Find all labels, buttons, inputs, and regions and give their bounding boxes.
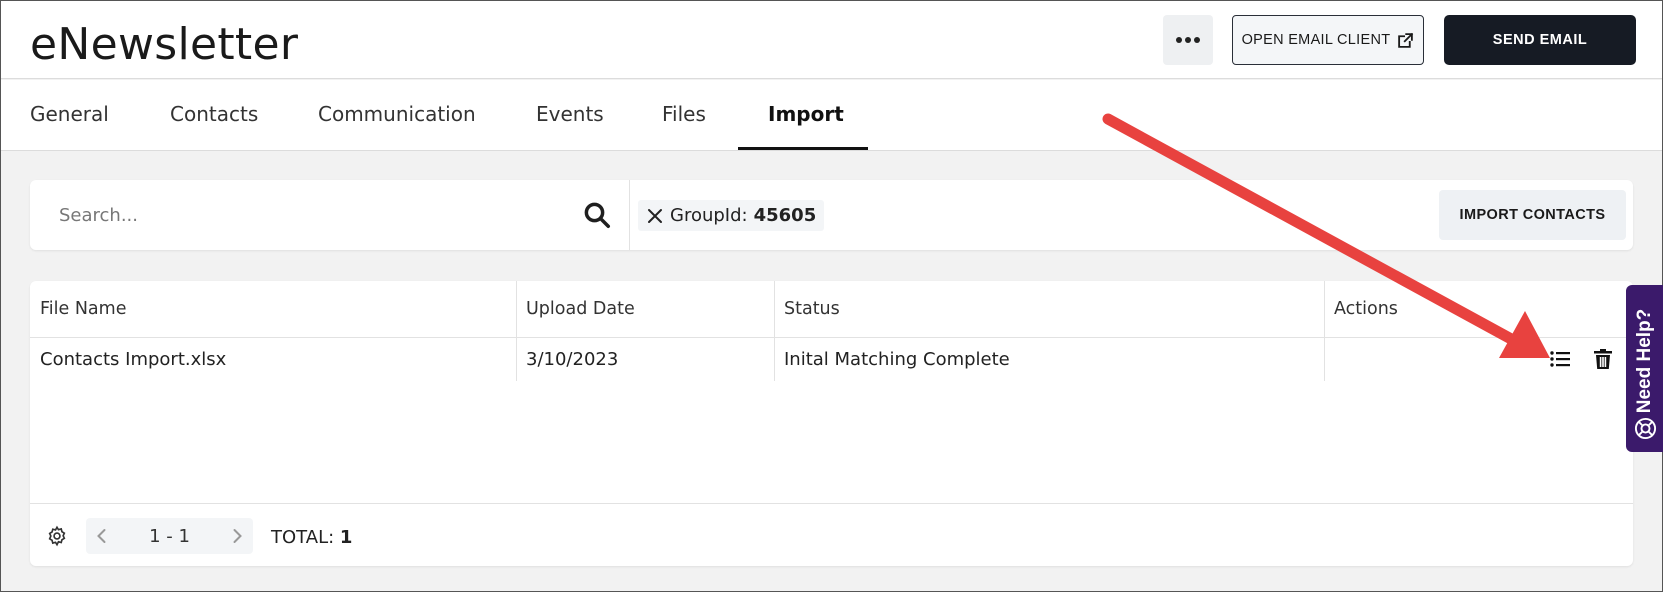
total-count: TOTAL: 1 [271,527,352,548]
filter-chip-key: GroupId: [670,205,748,226]
cell-file-name: Contacts Import.xlsx [40,348,227,370]
tab-contacts[interactable]: Contacts [170,102,258,126]
column-divider [1324,281,1325,381]
cell-upload-date: 3/10/2023 [526,348,619,370]
chevron-right-icon[interactable] [227,526,247,546]
tab-general[interactable]: General [30,102,109,126]
filter-divider [629,180,630,250]
page-header: eNewsletter OPEN EMAIL CLIENT SEND EMAIL [1,1,1662,79]
pagination: 1 - 1 [86,518,253,554]
column-header-file-name[interactable]: File Name [30,281,516,337]
tab-communication[interactable]: Communication [318,102,476,126]
need-help-tab[interactable]: Need Help? [1626,285,1663,452]
imports-table: File Name Upload Date Status Actions Con… [30,281,1633,566]
total-value: 1 [339,527,353,548]
close-icon[interactable] [646,207,664,225]
filter-bar: GroupId: 45605 IMPORT CONTACTS [30,180,1633,250]
total-label: TOTAL: [271,527,335,548]
filter-chip-groupid: GroupId: 45605 [638,200,825,231]
active-tab-indicator [738,147,868,150]
open-email-client-button[interactable]: OPEN EMAIL CLIENT [1232,15,1424,65]
search-input[interactable] [59,180,599,250]
tab-bar: General Contacts Communication Events Fi… [1,80,1662,151]
tab-events[interactable]: Events [536,102,604,126]
lifebuoy-icon [1634,417,1657,440]
tab-import[interactable]: Import [768,102,844,126]
search-icon[interactable] [582,200,612,230]
chevron-left-icon[interactable] [92,526,112,546]
send-email-button[interactable]: SEND EMAIL [1444,15,1636,65]
need-help-label: Need Help? [1634,308,1655,414]
tab-files[interactable]: Files [662,102,706,126]
filter-chip-value: 45605 [753,205,817,226]
page-range: 1 - 1 [149,525,190,547]
more-options-button[interactable] [1163,15,1213,65]
gear-icon[interactable] [46,525,68,547]
column-header-status[interactable]: Status [774,281,1324,337]
open-email-client-label: OPEN EMAIL CLIENT [1241,32,1391,48]
import-contacts-button[interactable]: IMPORT CONTACTS [1439,190,1626,240]
column-header-upload-date[interactable]: Upload Date [516,281,774,337]
page-title: eNewsletter [30,19,299,70]
external-link-icon [1398,32,1414,48]
app-frame: eNewsletter OPEN EMAIL CLIENT SEND EMAIL… [0,0,1663,592]
list-details-icon[interactable] [1548,347,1572,371]
cell-status: Inital Matching Complete [784,348,1010,370]
trash-icon[interactable] [1591,347,1615,371]
column-header-actions: Actions [1334,299,1398,319]
table-footer-divider [30,503,1633,504]
more-horizontal-icon [1175,37,1202,43]
